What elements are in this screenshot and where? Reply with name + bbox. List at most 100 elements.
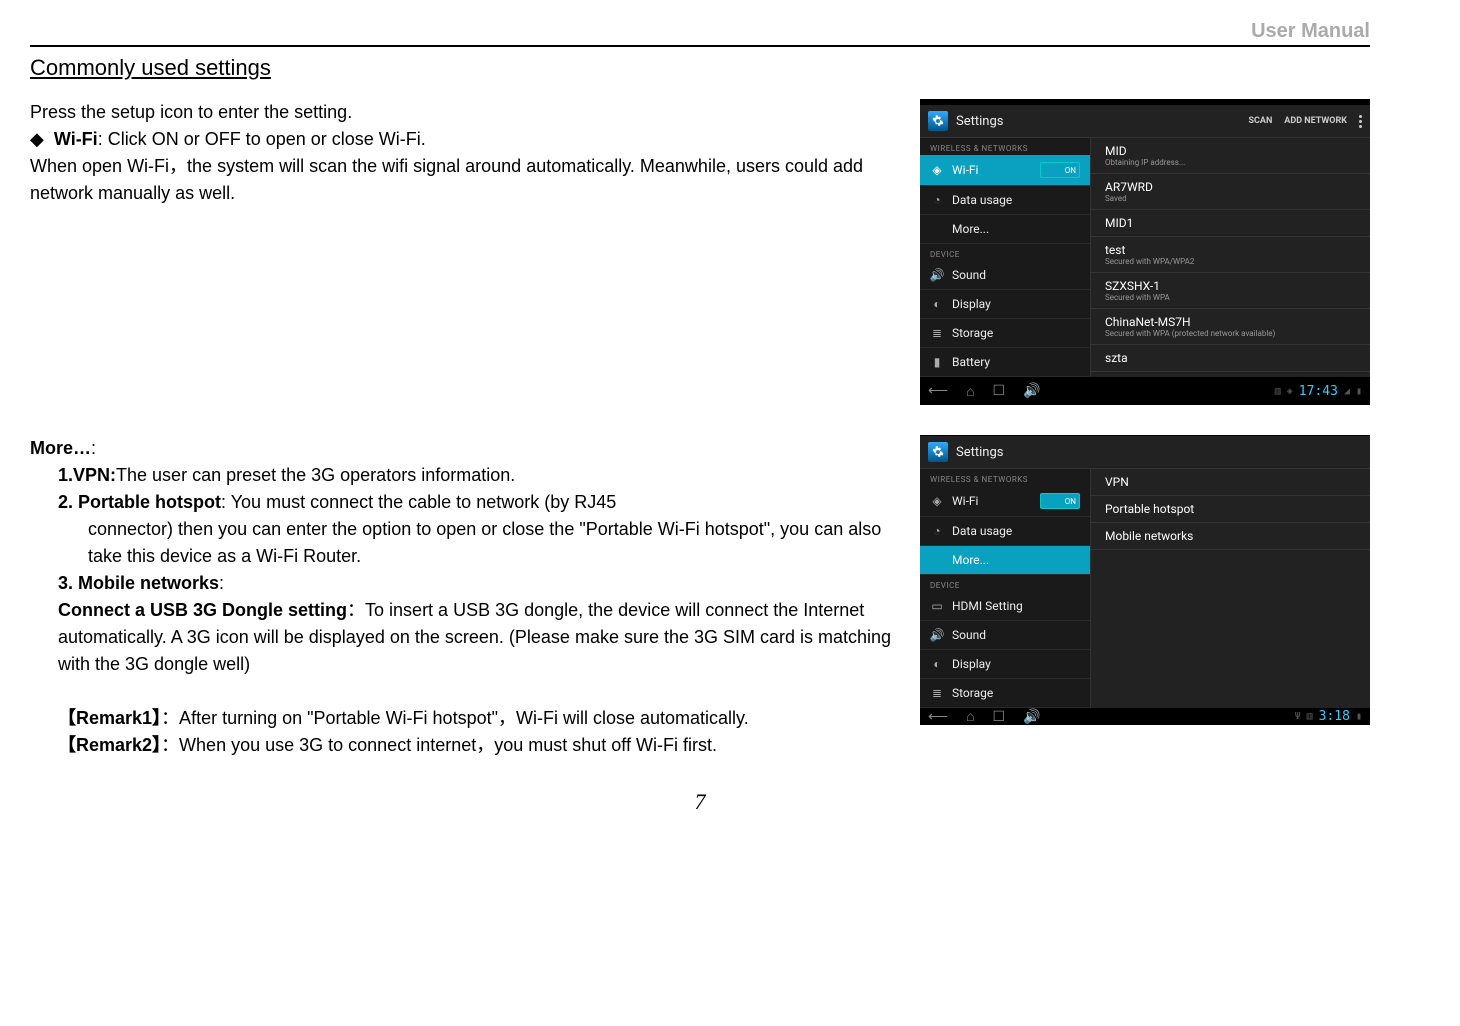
remark2-text: ：When you use 3G to connect internet，you… — [161, 735, 717, 755]
sidebar-item-data[interactable]: ◔ Data usage — [920, 517, 1090, 546]
scan-button[interactable]: SCAN — [1248, 116, 1272, 126]
sidebar-item-display[interactable]: ◐ Display — [920, 650, 1090, 679]
usb-icon: Ψ — [1295, 711, 1301, 722]
battery-icon: ▮ — [930, 355, 944, 369]
remark1-label: 【Remark1】 — [58, 708, 161, 728]
volume-icon[interactable]: 🔊 — [1023, 383, 1040, 399]
sidebar-item-storage[interactable]: ≣ Storage — [920, 679, 1090, 708]
device-hdr: DEVICE — [920, 575, 1090, 592]
sd-icon: ▥ — [1307, 711, 1313, 722]
ph-text-a: : You must connect the cable to network … — [221, 492, 616, 512]
storage-label: Storage — [952, 326, 993, 340]
network-item[interactable]: ChinaNet-MS7HSecured with WPA (protected… — [1091, 309, 1370, 345]
screenshot-2: Settings WIRELESS & NETWORKS ◈ Wi-Fi ON … — [920, 435, 1370, 725]
wifi-toggle[interactable]: ON — [1040, 162, 1080, 178]
back-icon[interactable]: ⟵ — [928, 383, 948, 399]
wifi-toggle[interactable]: ON — [1040, 493, 1080, 509]
sidebar-item-data[interactable]: ◔ Data usage — [920, 186, 1090, 215]
home-icon[interactable]: ⌂ — [966, 708, 974, 725]
more-label: More... — [952, 553, 989, 567]
wireless-hdr: WIRELESS & NETWORKS — [920, 138, 1090, 155]
wireless-hdr: WIRELESS & NETWORKS — [920, 469, 1090, 486]
page-number: 7 — [30, 789, 1370, 815]
vpn-label: 1.VPN: — [58, 465, 116, 485]
mobile-networks-label: 3. Mobile networks — [58, 573, 219, 593]
data-icon: ◔ — [930, 524, 944, 538]
display-label: Display — [952, 297, 991, 311]
sidebar-item-storage[interactable]: ≣ Storage — [920, 319, 1090, 348]
battery-label: Battery — [952, 355, 990, 369]
sound-label: Sound — [952, 628, 986, 642]
sidebar-item-display[interactable]: ◐ Display — [920, 290, 1090, 319]
app-title: Settings — [956, 445, 1362, 460]
more-label: More... — [952, 222, 989, 236]
battery-status-icon: ▮ — [1356, 711, 1362, 722]
clock: 3:18 — [1319, 709, 1350, 724]
back-icon[interactable]: ⟵ — [928, 709, 948, 725]
storage-icon: ≣ — [930, 686, 944, 700]
wifi-label: Wi-Fi — [952, 494, 978, 508]
network-item[interactable]: MIDObtaining IP address... — [1091, 138, 1370, 174]
signal-icon: ◢ — [1344, 386, 1350, 397]
sound-icon: 🔊 — [930, 628, 944, 642]
network-item[interactable]: SZXSHX-1Secured with WPA — [1091, 273, 1370, 309]
battery-status-icon: ▮ — [1356, 386, 1362, 397]
wifi-icon: ◈ — [930, 494, 944, 508]
remark1-text: ：After turning on "Portable Wi-Fi hotspo… — [161, 708, 749, 728]
screenshot-1: Settings SCAN ADD NETWORK WIRELESS & NET… — [920, 99, 1370, 405]
remark2-label: 【Remark2】 — [58, 735, 161, 755]
block1-text: Press the setup icon to enter the settin… — [30, 99, 900, 207]
menu-item-vpn[interactable]: VPN — [1091, 469, 1370, 496]
home-icon[interactable]: ⌂ — [966, 383, 974, 400]
sidebar-item-hdmi[interactable]: ▭HDMI Setting — [920, 592, 1090, 621]
sd-icon: ▥ — [1275, 386, 1281, 397]
network-item[interactable]: szta — [1091, 345, 1370, 372]
data-label: Data usage — [952, 193, 1012, 207]
hdmi-icon: ▭ — [930, 599, 944, 613]
doc-header: User Manual — [30, 20, 1370, 43]
wifi-bullet: ◆ Wi-Fi: Click ON or OFF to open or clos… — [30, 126, 900, 153]
sidebar-item-more[interactable]: More... — [920, 215, 1090, 244]
recents-icon[interactable]: ☐ — [993, 383, 1006, 399]
vpn-text: The user can preset the 3G operators inf… — [116, 465, 515, 485]
display-icon: ◐ — [930, 657, 944, 671]
data-icon: ◔ — [930, 193, 944, 207]
wifi-icon: ◈ — [930, 163, 944, 177]
header-divider — [30, 45, 1370, 47]
overflow-icon[interactable] — [1359, 115, 1362, 128]
sidebar-item-battery[interactable]: ▮ Battery — [920, 348, 1090, 377]
storage-icon: ≣ — [930, 326, 944, 340]
section-title: Commonly used settings — [30, 55, 1370, 81]
storage-label: Storage — [952, 686, 993, 700]
network-item[interactable]: AR7WRDSaved — [1091, 174, 1370, 210]
network-list: MIDObtaining IP address... AR7WRDSaved M… — [1091, 138, 1370, 377]
sidebar-item-wifi[interactable]: ◈ Wi-Fi ON — [920, 486, 1090, 517]
sidebar-item-sound[interactable]: 🔊 Sound — [920, 621, 1090, 650]
network-item[interactable]: MID1 — [1091, 210, 1370, 237]
app-title: Settings — [956, 114, 1240, 129]
wifi-label: Wi-Fi — [54, 129, 98, 149]
data-label: Data usage — [952, 524, 1012, 538]
sound-icon: 🔊 — [930, 268, 944, 282]
network-item[interactable]: testSecured with WPA/WPA2 — [1091, 237, 1370, 273]
usb-dongle-label: Connect a USB 3G Dongle setting — [58, 600, 347, 620]
clock: 17:43 — [1299, 384, 1338, 399]
display-label: Display — [952, 657, 991, 671]
menu-item-hotspot[interactable]: Portable hotspot — [1091, 496, 1370, 523]
volume-icon[interactable]: 🔊 — [1023, 709, 1040, 725]
line3: When open Wi-Fi，the system will scan the… — [30, 153, 900, 207]
ph-text-b: connector) then you can enter the option… — [88, 516, 900, 570]
block2-text: More…: 1.VPN:The user can preset the 3G … — [30, 435, 900, 759]
menu-item-mobile[interactable]: Mobile networks — [1091, 523, 1370, 550]
recents-icon[interactable]: ☐ — [993, 709, 1006, 725]
sidebar-item-sound[interactable]: 🔊 Sound — [920, 261, 1090, 290]
more-heading: More… — [30, 438, 91, 458]
add-network-button[interactable]: ADD NETWORK — [1284, 116, 1347, 126]
sidebar-item-wifi[interactable]: ◈ Wi-Fi ON — [920, 155, 1090, 186]
sound-label: Sound — [952, 268, 986, 282]
sidebar-item-more[interactable]: More... — [920, 546, 1090, 575]
wifi-status-icon: ◈ — [1287, 386, 1293, 397]
wifi-rest: : Click ON or OFF to open or close Wi-Fi… — [98, 129, 426, 149]
display-icon: ◐ — [930, 297, 944, 311]
portable-hotspot-label: 2. Portable hotspot — [58, 492, 221, 512]
